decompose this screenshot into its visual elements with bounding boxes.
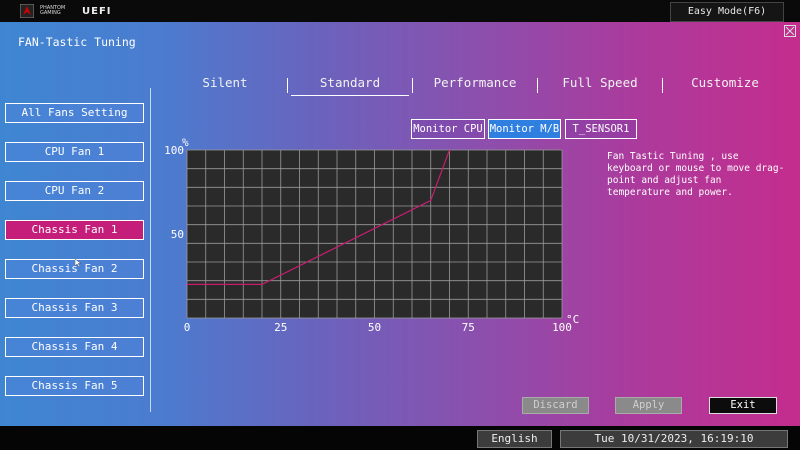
x-tick-label: 0 <box>184 321 191 334</box>
x-tick-label: 75 <box>462 321 475 334</box>
status-bar: English Tue 10/31/2023, 16:19:10 <box>0 426 800 450</box>
exit-button[interactable]: Exit <box>709 397 777 414</box>
easy-mode-button[interactable]: Easy Mode(F6) <box>670 2 784 22</box>
language-selector[interactable]: English <box>477 430 552 448</box>
x-tick-label: 25 <box>274 321 287 334</box>
x-tick-label: 50 <box>368 321 381 334</box>
y-tick-label: 50 <box>171 228 184 241</box>
x-axis-unit: °C <box>566 313 579 326</box>
top-bar: PHANTOM GAMING UEFI Easy Mode(F6) <box>0 0 800 22</box>
fan-curve-chart[interactable]: 0 25 50 75 10050100 % °C <box>0 22 800 426</box>
brand-line1: PHANTOM GAMING <box>40 5 66 16</box>
discard-button[interactable]: Discard <box>522 397 589 414</box>
brand-logo: PHANTOM GAMING UEFI <box>20 4 112 18</box>
phantom-gaming-icon <box>20 4 34 18</box>
apply-button[interactable]: Apply <box>615 397 682 414</box>
main-panel: FAN-Tastic Tuning Silent Standard Perfor… <box>0 22 800 426</box>
y-axis-unit: % <box>182 136 189 149</box>
datetime-display: Tue 10/31/2023, 16:19:10 <box>560 430 788 448</box>
brand-line2: UEFI <box>82 5 112 17</box>
grid-lines <box>186 149 563 319</box>
